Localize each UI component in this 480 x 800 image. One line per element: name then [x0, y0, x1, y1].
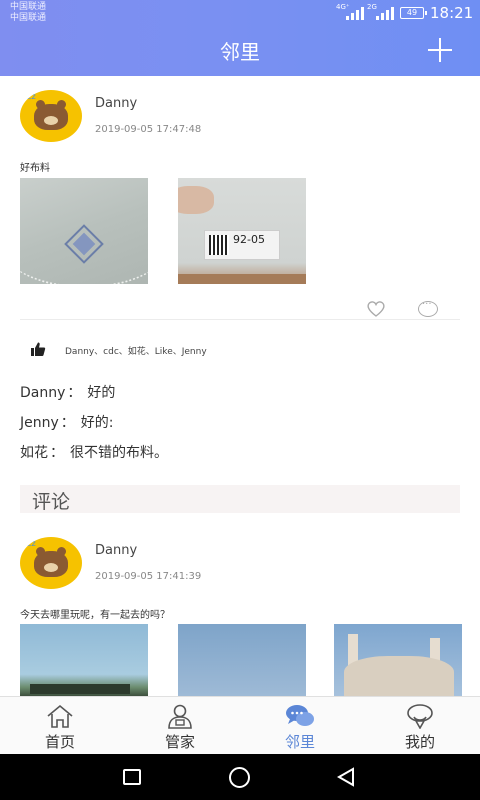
home-button-icon[interactable] [229, 767, 250, 788]
thumbs-up-icon [31, 342, 46, 356]
comment-separator: ： [50, 445, 64, 461]
post-photo[interactable] [20, 178, 148, 284]
system-nav-bar [0, 754, 480, 800]
post-photo[interactable] [178, 624, 306, 696]
carrier-label-1: 中国联通 [10, 2, 47, 12]
battery-icon: 49 [400, 7, 427, 19]
post-text: 好布料 [20, 163, 50, 174]
fabric-tag-label: 92-05 [233, 233, 265, 246]
post-text: 今天去哪里玩呢，有一起去的吗？ [20, 610, 170, 621]
tab-label: 管家 [164, 733, 195, 751]
heart-icon[interactable] [366, 300, 386, 318]
tab-butler[interactable]: 管家 [120, 697, 240, 755]
tab-home[interactable]: 首页 [0, 697, 120, 755]
avatar[interactable]: Zz [20, 90, 82, 142]
comment-author[interactable]: 如花 [20, 445, 48, 461]
comment-separator: ： [60, 415, 75, 431]
feed-list: Zz Danny 2019-09-05 17:47:48 好布料 92-05 ·… [0, 76, 480, 696]
post-timestamp: 2019-09-05 17:47:48 [95, 124, 202, 135]
status-time: 18:21 [430, 4, 474, 22]
back-icon[interactable] [336, 767, 356, 787]
bottom-nav: 首页 管家 邻里 我的 [0, 696, 480, 754]
tab-label: 我的 [404, 733, 435, 751]
plus-icon[interactable] [426, 36, 454, 64]
carrier-label-2: 中国联通 [10, 13, 47, 23]
comment-author[interactable]: Danny [20, 385, 65, 401]
post-photo[interactable]: 92-05 [178, 178, 306, 284]
header-bar: 中国联通 中国联通 4G⁺ 2G 49 18:21 邻里 [0, 0, 480, 76]
comment-separator: ： [67, 385, 82, 401]
comment-row: 如花： 很不错的布料。 [20, 442, 168, 462]
tab-neighbors[interactable]: 邻里 [240, 697, 360, 755]
post-username[interactable]: Danny [95, 96, 137, 111]
section-header: 评论 [20, 485, 460, 513]
divider [20, 319, 460, 320]
home-icon [47, 704, 73, 728]
tab-label: 首页 [44, 733, 75, 751]
user-icon [407, 704, 433, 729]
comment-text: 好的: [80, 415, 114, 431]
bear-avatar-icon: Zz [26, 92, 68, 130]
recent-apps-icon[interactable] [123, 769, 141, 785]
chat-bubbles-icon [286, 705, 314, 726]
comment-text: 很不错的布料。 [70, 445, 168, 461]
tab-label: 邻里 [284, 733, 315, 751]
comment-row: Jenny： 好的: [20, 412, 114, 432]
signal-icon [346, 6, 364, 20]
post-photo[interactable] [334, 624, 462, 696]
post-username[interactable]: Danny [95, 543, 137, 558]
avatar[interactable]: Zz [20, 537, 82, 589]
comment-row: Danny： 好的 [20, 382, 115, 402]
bear-avatar-icon: Zz [26, 539, 68, 577]
comment-author[interactable]: Jenny [20, 415, 59, 431]
signal-icon-2 [376, 6, 394, 20]
app-root: 中国联通 中国联通 4G⁺ 2G 49 18:21 邻里 Zz Danny 20… [0, 0, 480, 800]
likers-list: Danny、cdc、如花、Like、Jenny [65, 347, 207, 357]
post-photo[interactable] [20, 624, 148, 696]
butler-icon [168, 704, 192, 729]
post-timestamp: 2019-09-05 17:41:39 [95, 571, 202, 582]
page-title: 邻里 [220, 40, 260, 64]
comment-text: 好的 [87, 385, 116, 401]
tab-mine[interactable]: 我的 [360, 697, 480, 755]
comment-icon[interactable] [418, 299, 438, 317]
status-bar: 中国联通 中国联通 4G⁺ 2G 49 18:21 [0, 0, 480, 28]
section-title: 评论 [32, 491, 71, 513]
